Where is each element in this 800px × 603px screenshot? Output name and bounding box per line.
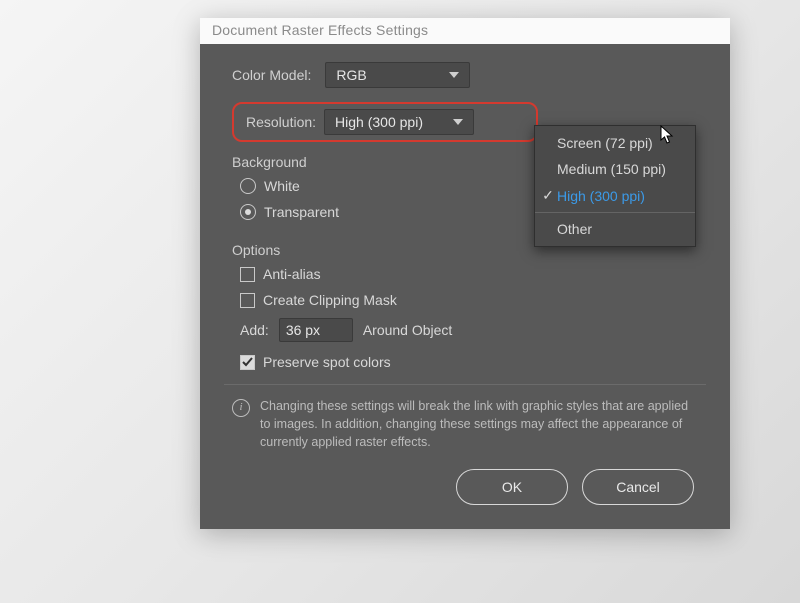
checkbox-preserve-spot[interactable]: Preserve spot colors [240, 354, 698, 370]
add-label: Add: [240, 322, 269, 338]
cancel-button[interactable]: Cancel [582, 469, 694, 505]
checkbox-anti-alias[interactable]: Anti-alias [240, 266, 698, 282]
checkbox-icon [240, 355, 255, 370]
add-value: 36 px [286, 322, 320, 338]
info-icon: i [232, 399, 250, 417]
dialog-buttons: OK Cancel [232, 469, 698, 509]
resolution-area: Resolution: High (300 ppi) Screen (72 pp… [232, 102, 698, 142]
resolution-select[interactable]: High (300 ppi) [324, 109, 474, 135]
resolution-option-high[interactable]: ✓ High (300 ppi) [535, 182, 695, 209]
clipping-mask-label: Create Clipping Mask [263, 292, 397, 308]
color-model-label: Color Model: [232, 67, 311, 83]
dialog-title: Document Raster Effects Settings [200, 18, 730, 44]
resolution-dropdown: Screen (72 ppi) Medium (150 ppi) ✓ High … [534, 125, 696, 247]
resolution-option-label: High (300 ppi) [557, 188, 645, 204]
raster-effects-dialog: Document Raster Effects Settings Color M… [200, 18, 730, 529]
resolution-option-medium[interactable]: Medium (150 ppi) [535, 156, 695, 182]
resolution-label: Resolution: [246, 114, 316, 130]
add-input[interactable]: 36 px [279, 318, 353, 342]
resolution-highlight: Resolution: High (300 ppi) [232, 102, 538, 142]
radio-icon [240, 178, 256, 194]
color-model-row: Color Model: RGB [232, 62, 698, 88]
radio-white-label: White [264, 178, 300, 194]
radio-icon [240, 204, 256, 220]
checkbox-icon [240, 293, 255, 308]
warning-info: i Changing these settings will break the… [232, 395, 698, 469]
menu-divider [535, 212, 695, 213]
anti-alias-label: Anti-alias [263, 266, 321, 282]
chevron-down-icon [453, 119, 463, 125]
resolution-option-label: Medium (150 ppi) [557, 161, 666, 177]
radio-transparent-label: Transparent [264, 204, 339, 220]
around-object-label: Around Object [363, 322, 453, 338]
ok-button[interactable]: OK [456, 469, 568, 505]
divider [224, 384, 706, 385]
resolution-value: High (300 ppi) [335, 114, 423, 130]
resolution-option-label: Other [557, 221, 592, 237]
chevron-down-icon [449, 72, 459, 78]
check-icon: ✓ [541, 187, 555, 204]
resolution-option-other[interactable]: Other [535, 216, 695, 242]
checkbox-clipping-mask[interactable]: Create Clipping Mask [240, 292, 698, 308]
resolution-option-screen[interactable]: Screen (72 ppi) [535, 130, 695, 156]
add-row: Add: 36 px Around Object [240, 318, 698, 342]
warning-text: Changing these settings will break the l… [260, 397, 698, 451]
dialog-body: Color Model: RGB Resolution: High (300 p… [200, 44, 730, 529]
color-model-value: RGB [336, 67, 366, 83]
resolution-option-label: Screen (72 ppi) [557, 135, 653, 151]
checkbox-icon [240, 267, 255, 282]
color-model-select[interactable]: RGB [325, 62, 470, 88]
preserve-spot-label: Preserve spot colors [263, 354, 391, 370]
options-group: Anti-alias Create Clipping Mask Add: 36 … [240, 266, 698, 370]
